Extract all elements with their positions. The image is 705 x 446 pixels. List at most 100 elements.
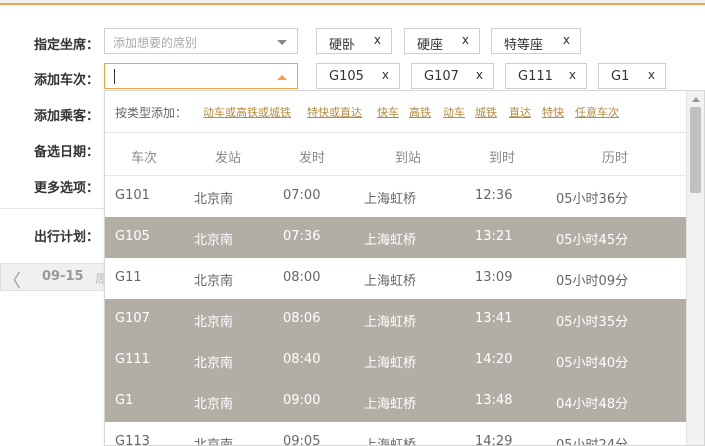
train-arrive-cell: 13:21 bbox=[475, 229, 513, 244]
train-label: 添加车次： bbox=[34, 73, 100, 88]
type-link[interactable]: 特快 bbox=[542, 104, 564, 120]
train-arrive-cell: 12:36 bbox=[475, 188, 513, 203]
seat-select[interactable]: 添加想要的席别 bbox=[104, 28, 298, 54]
train-duration-cell: 05小时35分 bbox=[556, 315, 629, 330]
date-label: 备选日期： bbox=[34, 145, 100, 160]
chevron-left-icon[interactable]: 〈 bbox=[3, 267, 21, 293]
train-duration-cell: 05小时24分 bbox=[556, 438, 629, 446]
scroll-up-icon[interactable] bbox=[692, 97, 700, 102]
date-strip[interactable]: 〈 09-15 周 bbox=[0, 263, 110, 293]
passenger-label: 添加乘客： bbox=[34, 109, 100, 124]
train-depart-cell: 09:00 bbox=[283, 393, 321, 408]
train-to-cell: 上海虹桥 bbox=[364, 397, 417, 412]
type-link[interactable]: 高铁 bbox=[409, 104, 431, 120]
remove-chip-button[interactable]: x bbox=[462, 33, 469, 47]
train-row[interactable]: G113 北京南 09:05 上海虹桥 14:29 05小时24分 bbox=[105, 422, 687, 446]
train-train-cell: G113 bbox=[115, 434, 150, 446]
seat-label: 指定坐席： bbox=[34, 38, 100, 53]
train-chip-label: G105 bbox=[329, 69, 364, 84]
train-depart-cell: 07:36 bbox=[283, 229, 321, 244]
type-filter-label: 按类型添加： bbox=[115, 106, 188, 120]
train-from-cell: 北京南 bbox=[194, 274, 234, 289]
train-row[interactable]: G105 北京南 07:36 上海虹桥 13:21 05小时45分 bbox=[105, 217, 687, 258]
divider bbox=[0, 208, 110, 209]
train-depart-cell: 07:00 bbox=[283, 188, 321, 203]
train-to-cell: 上海虹桥 bbox=[364, 356, 417, 371]
train-arrive-cell: 14:20 bbox=[475, 352, 513, 367]
train-row[interactable]: G111 北京南 08:40 上海虹桥 14:20 05小时40分 bbox=[105, 340, 687, 381]
remove-chip-button[interactable]: x bbox=[569, 68, 576, 82]
train-depart-cell: 08:00 bbox=[283, 270, 321, 285]
train-dropdown: 按类型添加： 动车或高铁或城铁 特快或直达 快车 高铁 动车 城铁 直达 特快 … bbox=[104, 90, 705, 446]
type-link[interactable]: 动车 bbox=[443, 104, 465, 120]
train-duration-cell: 04小时48分 bbox=[556, 397, 629, 412]
column-header: 车次 bbox=[131, 151, 158, 166]
type-link[interactable]: 城铁 bbox=[475, 104, 497, 120]
type-link[interactable]: 直达 bbox=[509, 104, 531, 120]
train-chip-label: G107 bbox=[424, 69, 459, 84]
remove-chip-button[interactable]: x bbox=[382, 68, 389, 82]
type-filter-row: 按类型添加： 动车或高铁或城铁 特快或直达 快车 高铁 动车 城铁 直达 特快 … bbox=[105, 91, 687, 133]
train-row[interactable]: G101 北京南 07:00 上海虹桥 12:36 05小时36分 bbox=[105, 176, 687, 217]
seat-chip: 硬卧 x bbox=[316, 28, 392, 54]
train-train-cell: G107 bbox=[115, 311, 150, 326]
train-chip: G105 x bbox=[316, 63, 400, 89]
train-to-cell: 上海虹桥 bbox=[364, 274, 417, 289]
train-arrive-cell: 14:29 bbox=[475, 434, 513, 446]
train-from-cell: 北京南 bbox=[194, 397, 234, 412]
top-accent-bar bbox=[0, 0, 705, 5]
column-header: 到站 bbox=[395, 151, 422, 166]
train-row[interactable]: G11 北京南 08:00 上海虹桥 13:09 05小时09分 bbox=[105, 258, 687, 299]
train-row[interactable]: G1 北京南 09:00 上海虹桥 13:48 04小时48分 bbox=[105, 381, 687, 422]
seat-chip-label: 特等座 bbox=[504, 38, 544, 53]
remove-chip-button[interactable]: x bbox=[374, 33, 381, 47]
train-chip: G111 x bbox=[505, 63, 587, 89]
train-depart-cell: 09:05 bbox=[283, 434, 321, 446]
remove-chip-button[interactable]: x bbox=[563, 33, 570, 47]
train-to-cell: 上海虹桥 bbox=[364, 315, 417, 330]
type-link[interactable]: 特快或直达 bbox=[307, 104, 362, 120]
train-arrive-cell: 13:41 bbox=[475, 311, 513, 326]
train-duration-cell: 05小时45分 bbox=[556, 233, 629, 248]
train-arrive-cell: 13:09 bbox=[475, 270, 513, 285]
type-link[interactable]: 任意车次 bbox=[575, 104, 619, 120]
scrollbar-thumb[interactable] bbox=[690, 107, 701, 193]
type-link[interactable]: 动车或高铁或城铁 bbox=[203, 104, 291, 120]
seat-chip-label: 硬座 bbox=[417, 38, 444, 53]
text-cursor bbox=[114, 69, 115, 84]
train-chip: G1 x bbox=[598, 63, 666, 89]
train-duration-cell: 05小时09分 bbox=[556, 274, 629, 289]
scrollbar[interactable] bbox=[686, 91, 704, 445]
train-to-cell: 上海虹桥 bbox=[364, 192, 417, 207]
train-row[interactable]: G107 北京南 08:06 上海虹桥 13:41 05小时35分 bbox=[105, 299, 687, 340]
seat-chip: 硬座 x bbox=[404, 28, 480, 54]
travel-plan-label: 出行计划： bbox=[34, 230, 100, 245]
column-header: 历时 bbox=[602, 151, 629, 166]
column-header: 发站 bbox=[215, 151, 242, 166]
train-duration-cell: 05小时36分 bbox=[556, 192, 629, 207]
remove-chip-button[interactable]: x bbox=[648, 68, 655, 82]
more-options-label: 更多选项： bbox=[34, 181, 100, 196]
train-train-cell: G111 bbox=[115, 352, 150, 367]
train-to-cell: 上海虹桥 bbox=[364, 438, 417, 446]
train-chip-label: G1 bbox=[611, 69, 630, 84]
train-depart-cell: 08:06 bbox=[283, 311, 321, 326]
train-input[interactable] bbox=[104, 63, 298, 89]
train-depart-cell: 08:40 bbox=[283, 352, 321, 367]
train-to-cell: 上海虹桥 bbox=[364, 233, 417, 248]
type-link[interactable]: 快车 bbox=[377, 104, 399, 120]
column-header: 到时 bbox=[489, 151, 516, 166]
date-value: 09-15 bbox=[42, 269, 84, 284]
chevron-down-icon bbox=[277, 40, 287, 45]
train-train-cell: G1 bbox=[115, 393, 134, 408]
train-train-cell: G101 bbox=[115, 188, 150, 203]
train-chip: G107 x bbox=[411, 63, 494, 89]
train-from-cell: 北京南 bbox=[194, 438, 234, 446]
chevron-up-icon bbox=[277, 75, 287, 80]
train-from-cell: 北京南 bbox=[194, 233, 234, 248]
seat-chip-label: 硬卧 bbox=[329, 38, 356, 53]
remove-chip-button[interactable]: x bbox=[476, 68, 483, 82]
seat-chip: 特等座 x bbox=[491, 28, 581, 54]
train-arrive-cell: 13:48 bbox=[475, 393, 513, 408]
train-chip-label: G111 bbox=[518, 69, 553, 84]
